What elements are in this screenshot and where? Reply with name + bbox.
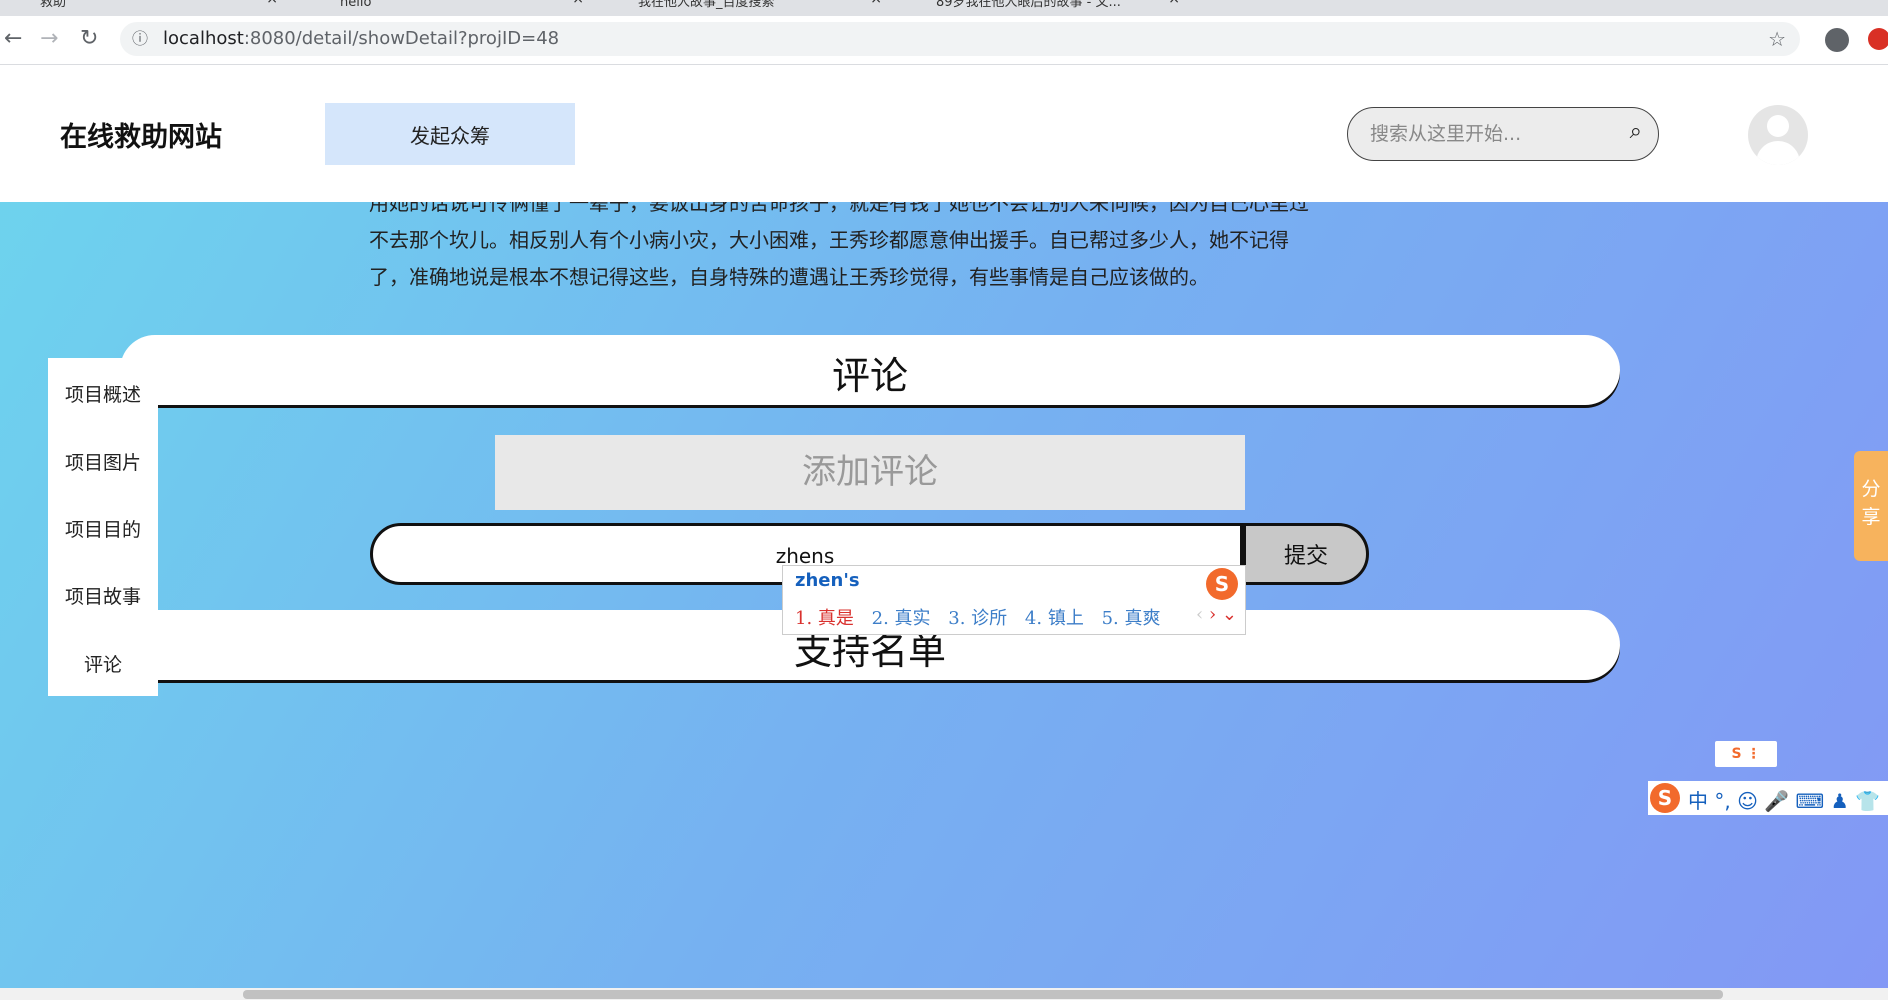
- search-box: ⌕: [1347, 107, 1659, 161]
- site-title[interactable]: 在线救助网站: [60, 115, 222, 154]
- story-line: 了，准确地说是根本不想记得这些，自身特殊的遭遇让王秀珍觉得，有些事情是自己应该做…: [369, 265, 1209, 289]
- ime-toolbar-icons[interactable]: 中 °, ☺ 🎤 ⌨ ♟ 👕: [1688, 785, 1880, 814]
- share-tab[interactable]: 分享: [1854, 451, 1888, 561]
- close-icon[interactable]: ×: [266, 0, 278, 6]
- ime-candidate[interactable]: 1. 真是: [795, 608, 854, 629]
- horizontal-scrollbar[interactable]: [0, 988, 1888, 1000]
- ime-candidate[interactable]: 4. 镇上: [1025, 608, 1084, 629]
- tab-label: 救助: [40, 0, 67, 10]
- sogou-logo-icon: S: [1731, 746, 1742, 762]
- profile-icon[interactable]: [1825, 28, 1849, 52]
- scrollbar-thumb[interactable]: [243, 990, 1723, 999]
- comments-section-header: 评论: [120, 335, 1620, 405]
- tab-label: hello: [340, 0, 372, 10]
- user-avatar[interactable]: [1748, 105, 1808, 165]
- ime-candidate[interactable]: 5. 真爽: [1102, 608, 1161, 629]
- browser-tabstrip: 救助 × hello × 我在他人故事_百度搜索 × 89岁我在他人眼后的故事 …: [0, 0, 1888, 16]
- browser-tab[interactable]: 89岁我在他人眼后的故事 - 文... ×: [896, 0, 1186, 16]
- avatar-head: [1767, 115, 1789, 137]
- project-sidebar-nav: 项目概述 项目图片 项目目的 项目故事 评论: [48, 358, 158, 696]
- sidebar-item-story[interactable]: 项目故事: [48, 582, 158, 609]
- back-icon[interactable]: ←: [4, 26, 22, 51]
- sidebar-item-overview[interactable]: 项目概述: [48, 380, 158, 407]
- browser-toolbar: ← → ↻ ⓘ localhost:8080/detail/showDetail…: [0, 16, 1888, 65]
- forward-icon[interactable]: →: [40, 26, 58, 51]
- ime-status-mini[interactable]: S ⋮: [1715, 741, 1777, 767]
- bookmark-star-icon[interactable]: ☆: [1768, 22, 1786, 56]
- close-icon[interactable]: ×: [870, 0, 882, 6]
- tab-label: 我在他人故事_百度搜索: [638, 0, 775, 10]
- ime-candidate[interactable]: 2. 真实: [872, 608, 931, 629]
- search-icon[interactable]: ⌕: [1630, 119, 1642, 144]
- comments-title: 评论: [831, 354, 908, 398]
- reload-icon[interactable]: ↻: [80, 26, 98, 51]
- launch-crowdfunding-button[interactable]: 发起众筹: [325, 103, 575, 165]
- close-icon[interactable]: ×: [1168, 0, 1180, 6]
- ime-page-nav: ‹ › ⌄: [1196, 604, 1237, 625]
- address-bar[interactable]: ⓘ localhost:8080/detail/showDetail?projI…: [120, 22, 1800, 56]
- sogou-logo-icon[interactable]: S: [1650, 783, 1680, 813]
- search-input[interactable]: [1368, 120, 1612, 148]
- submit-comment-button[interactable]: 提交: [1243, 523, 1369, 585]
- browser-tab[interactable]: 我在他人故事_百度搜索 ×: [598, 0, 888, 16]
- browser-tab-active[interactable]: 救助 ×: [14, 0, 284, 16]
- site-header: 在线救助网站 发起众筹 ⌕: [0, 65, 1888, 202]
- page-content: 用她的话说可怜俩懂了一辈子，要饭出身的苦命孩子，就是有钱了她也不会让别人来伺候，…: [0, 65, 1888, 988]
- info-icon[interactable]: ⓘ: [132, 22, 148, 56]
- avatar-body: [1756, 141, 1800, 165]
- share-label: 分享: [1861, 478, 1881, 528]
- extension-icon[interactable]: [1868, 28, 1888, 50]
- ime-composition: zhen's: [795, 570, 860, 591]
- ime-toolbar: S 中 °, ☺ 🎤 ⌨ ♟ 👕: [1648, 781, 1888, 815]
- ime-candidate[interactable]: 3. 诊所: [948, 608, 1007, 629]
- add-comment-label: 添加评论: [495, 435, 1245, 510]
- tab-label: 89岁我在他人眼后的故事 - 文...: [936, 0, 1121, 10]
- chevron-left-icon[interactable]: ‹: [1196, 604, 1203, 625]
- ime-candidate-list: 1. 真是 2. 真实 3. 诊所 4. 镇上 5. 真爽: [795, 604, 1172, 630]
- browser-tab[interactable]: hello ×: [300, 0, 590, 16]
- ime-candidate-popup: zhen's S 1. 真是 2. 真实 3. 诊所 4. 镇上 5. 真爽 ‹…: [782, 565, 1246, 635]
- url-host: localhost: [163, 28, 244, 49]
- sidebar-item-images[interactable]: 项目图片: [48, 448, 158, 475]
- story-line: 不去那个坎儿。相反别人有个小病小灾，大小困难，王秀珍都愿意伸出援手。自已帮过多少…: [369, 228, 1289, 252]
- chevron-right-icon[interactable]: ›: [1209, 604, 1216, 625]
- sidebar-item-purpose[interactable]: 项目目的: [48, 515, 158, 542]
- url-path: :8080/detail/showDetail?projID=48: [243, 28, 560, 49]
- sidebar-item-comments[interactable]: 评论: [48, 650, 158, 677]
- sogou-logo-icon: S: [1206, 568, 1238, 600]
- close-icon[interactable]: ×: [572, 0, 584, 6]
- chevron-down-icon[interactable]: ⌄: [1222, 604, 1237, 625]
